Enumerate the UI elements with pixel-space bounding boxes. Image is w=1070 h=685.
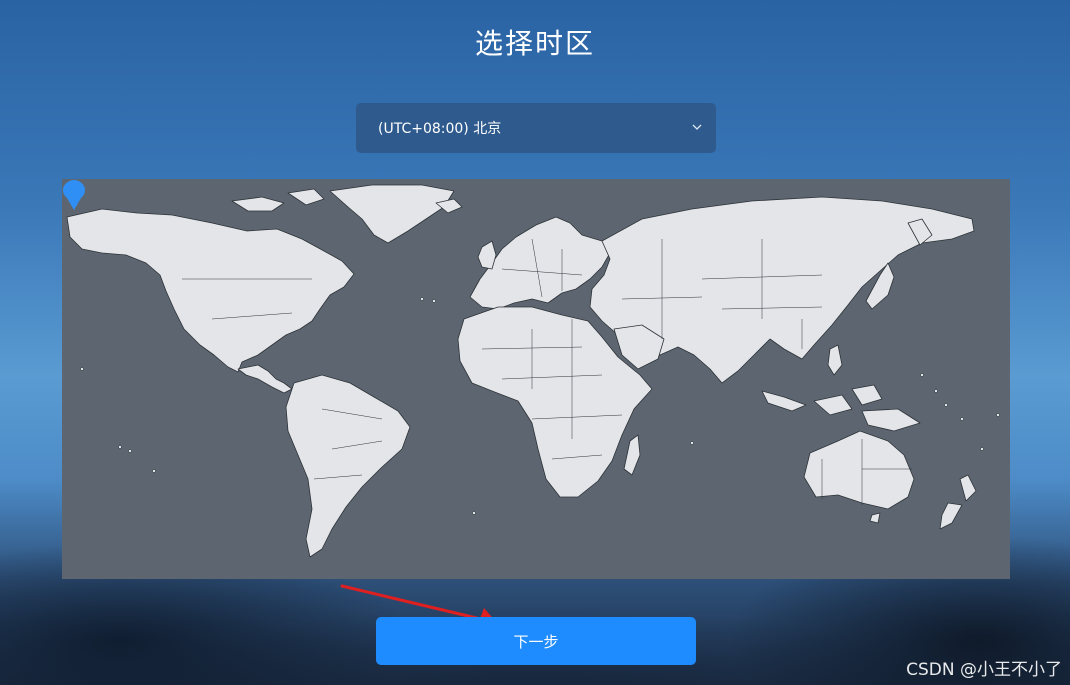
continent-south-america (285, 374, 411, 558)
timezone-select[interactable]: (UTC+08:00) 北京 (356, 103, 716, 153)
timezone-select-value: (UTC+08:00) 北京 (378, 121, 502, 137)
island-greenland (329, 184, 455, 244)
island-britain (477, 240, 497, 270)
continent-north-america (66, 208, 355, 373)
island-madagascar (623, 434, 641, 476)
islands-indonesia (761, 390, 807, 412)
continent-central-america (237, 364, 293, 394)
island-new-guinea (861, 408, 921, 432)
continent-australia (803, 430, 915, 510)
next-button[interactable]: 下一步 (376, 617, 696, 665)
island-new-zealand (959, 474, 977, 502)
watermark: CSDN @小王不小了 (906, 660, 1062, 680)
page-title: 选择时区 (474, 27, 595, 60)
world-map-graphic (66, 184, 1000, 558)
world-map[interactable] (62, 179, 1010, 579)
chevron-down-icon (692, 124, 702, 130)
location-pin-icon[interactable] (62, 179, 86, 211)
